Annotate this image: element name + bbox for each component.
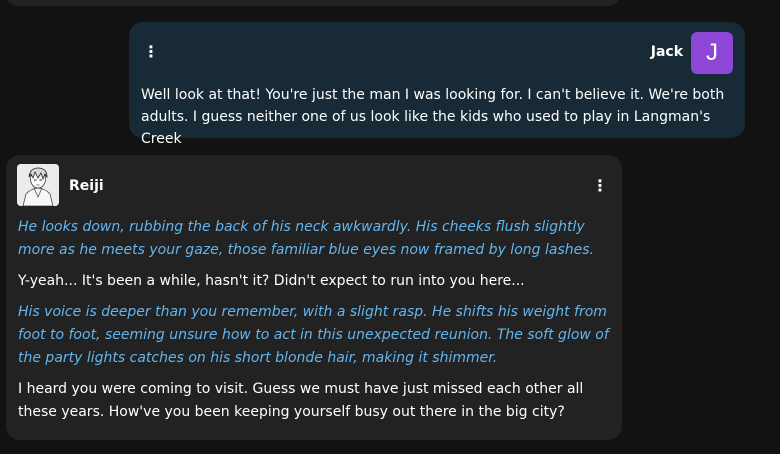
user-message-bubble: ⋮ Jack J Well look at that! You're just … [129,22,745,147]
bot-sender-name: Reiji [69,178,104,194]
more-vertical-icon[interactable]: ⋮ [143,42,159,62]
dialogue-paragraph: I heard you were coming to visit. Guess … [18,381,584,420]
dialogue-paragraph: Y-yeah... It's been a while, hasn't it? … [18,273,525,289]
previous-message-bubble [6,0,620,6]
chat-window: ⋮ Jack J Well look at that! You're just … [0,0,780,454]
narration-paragraph: He looks down, rubbing the back of his n… [18,219,594,258]
user-message-text: Well look at that! You're just the man I… [141,87,725,147]
user-sender-name: Jack [650,44,683,60]
bot-message-body: He looks down, rubbing the back of his n… [18,216,614,432]
more-vertical-icon[interactable]: ⋮ [592,176,608,196]
narration-paragraph: His voice is deeper than you remember, w… [18,304,609,366]
bot-message-bubble: Reiji ⋮ He looks down, rubbing the back … [6,155,622,440]
character-portrait-icon [17,164,59,206]
user-avatar: J [691,32,733,74]
